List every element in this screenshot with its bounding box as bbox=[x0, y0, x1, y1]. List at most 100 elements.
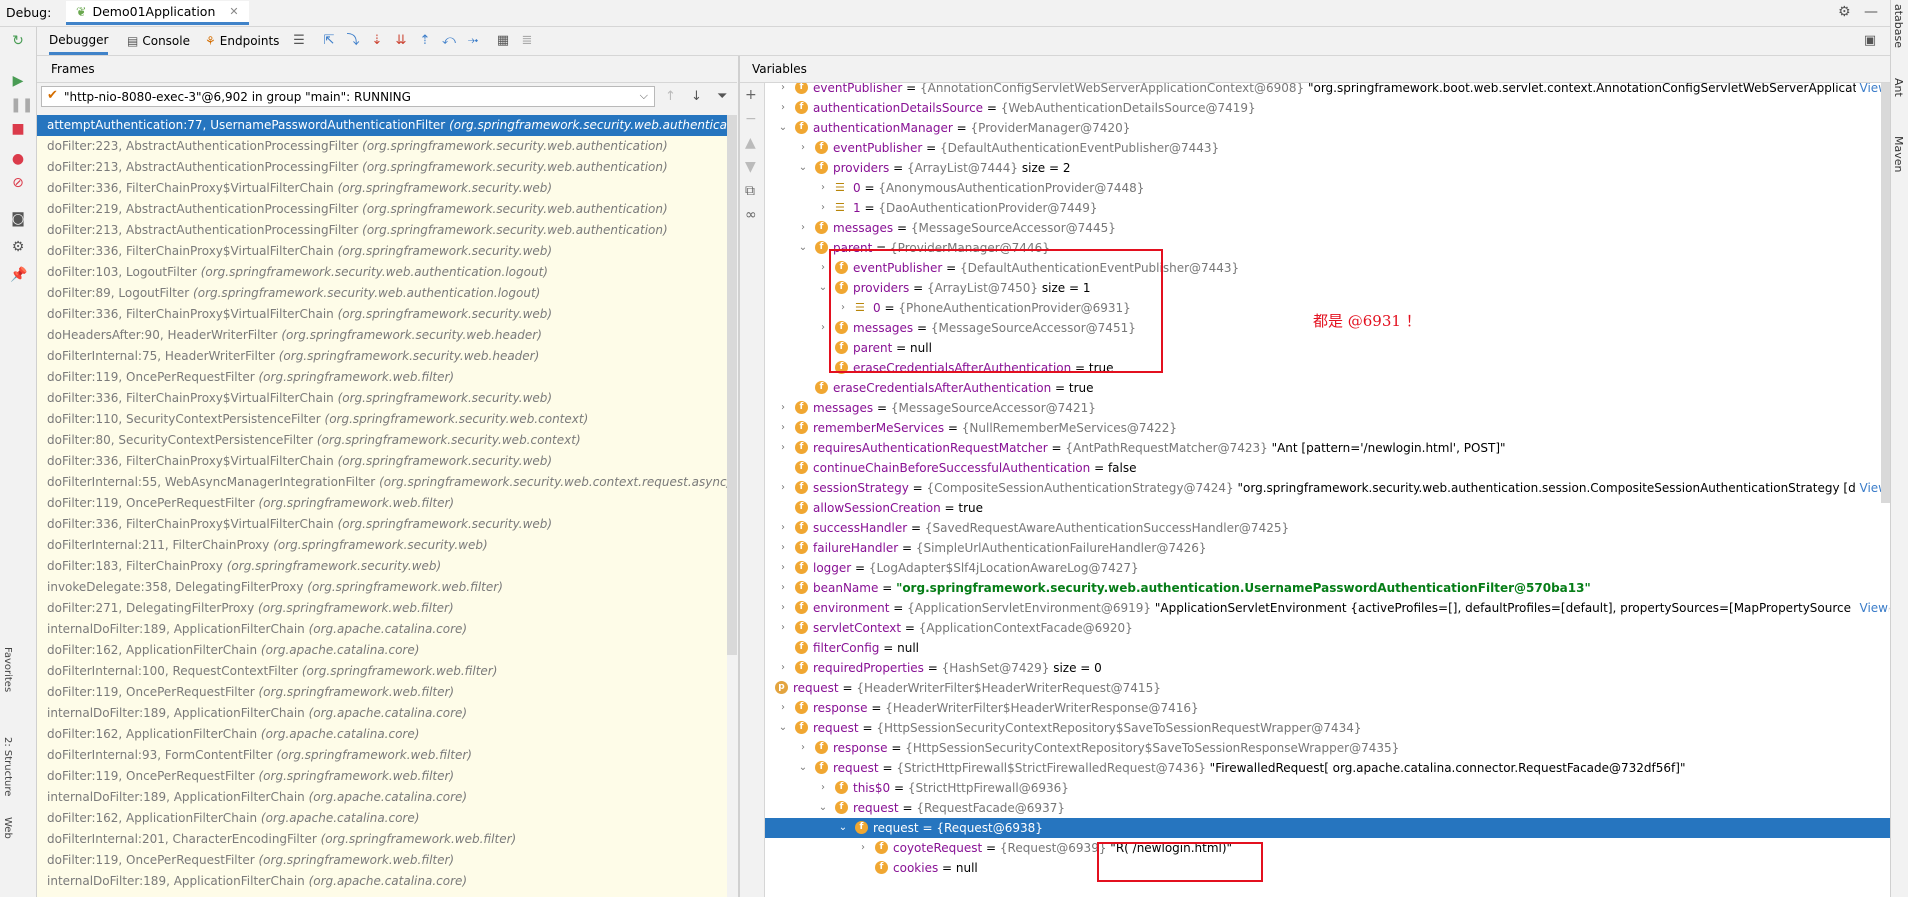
ant-tool-window[interactable]: Ant bbox=[1892, 78, 1905, 97]
collapse-arrow-icon[interactable]: ⌄ bbox=[837, 818, 849, 838]
run-to-cursor-icon[interactable]: ⤞ bbox=[465, 33, 481, 49]
frame-item[interactable]: doFilterInternal:55, WebAsyncManagerInte… bbox=[37, 472, 727, 493]
step-over-icon[interactable]: ⤵ bbox=[345, 33, 361, 49]
favorites-tool-window[interactable]: Favorites bbox=[2, 647, 13, 692]
collapse-arrow-icon[interactable]: ⌄ bbox=[817, 278, 829, 298]
expand-arrow-icon[interactable]: › bbox=[797, 218, 809, 238]
variable-row[interactable]: › f environment = {ApplicationServletEnvir… bbox=[765, 598, 1890, 618]
expand-arrow-icon[interactable]: › bbox=[777, 418, 789, 438]
variable-row[interactable]: ⌄ f request = {Request@6938} bbox=[765, 818, 1890, 838]
frame-item[interactable]: doFilter:162, ApplicationFilterChain (or… bbox=[37, 640, 727, 661]
add-watch-icon[interactable]: + bbox=[745, 87, 757, 103]
trace-icon[interactable]: ≣ bbox=[519, 33, 535, 49]
variable-row[interactable]: › f rememberMeServices = {NullRememberMeSe… bbox=[765, 418, 1890, 438]
expand-arrow-icon[interactable]: › bbox=[777, 83, 789, 98]
collapse-arrow-icon[interactable]: ⌄ bbox=[797, 238, 809, 258]
variable-row[interactable]: › f requiresAuthenticationRequestMatcher =… bbox=[765, 438, 1890, 458]
frame-item[interactable]: doFilter:119, OncePerRequestFilter (org.… bbox=[37, 682, 727, 703]
step-into-icon[interactable]: ⇣ bbox=[369, 33, 385, 49]
variable-row[interactable]: › f beanName = "org.springframework.securi… bbox=[765, 578, 1890, 598]
variable-row[interactable]: › ☰ 0 = {AnonymousAuthenticationProvider@7… bbox=[765, 178, 1890, 198]
frame-item[interactable]: doFilter:336, FilterChainProxy$VirtualFi… bbox=[37, 178, 727, 199]
frame-item[interactable]: doFilter:223, AbstractAuthenticationProc… bbox=[37, 136, 727, 157]
run-config-tab[interactable]: ❦ Demo01Application ✕ bbox=[66, 1, 249, 25]
variable-row[interactable]: ⌄ f providers = {ArrayList@7444} size = 2 bbox=[765, 158, 1890, 178]
frame-item[interactable]: internalDoFilter:189, ApplicationFilterC… bbox=[37, 619, 727, 640]
step-out-icon[interactable]: ⇡ bbox=[417, 33, 433, 49]
variable-row[interactable]: › f response = {HeaderWriterFilter$HeaderW… bbox=[765, 698, 1890, 718]
previous-frame-icon[interactable]: ↑ bbox=[665, 89, 676, 104]
frame-item[interactable]: doFilter:336, FilterChainProxy$VirtualFi… bbox=[37, 304, 727, 325]
expand-arrow-icon[interactable]: › bbox=[797, 138, 809, 158]
drop-frame-icon[interactable]: ⤺ bbox=[441, 33, 457, 49]
expand-arrow-icon[interactable]: › bbox=[777, 658, 789, 678]
variable-row[interactable]: › f requiredProperties = {HashSet@7429} si… bbox=[765, 658, 1890, 678]
frame-item[interactable]: attemptAuthentication:77, UsernamePasswo… bbox=[37, 115, 727, 136]
variable-row[interactable]: › f messages = {MessageSourceAccessor@7421… bbox=[765, 398, 1890, 418]
variable-row[interactable]: › f logger = {LogAdapter$Slf4jLocationAwar… bbox=[765, 558, 1890, 578]
settings-icon[interactable]: ⚙ bbox=[10, 239, 26, 255]
frames-scrollbar[interactable] bbox=[727, 115, 737, 655]
variable-row[interactable]: ⌄ f request = {HttpSessionSecurityContextR… bbox=[765, 718, 1890, 738]
evaluate-expression-icon[interactable]: ▦ bbox=[495, 33, 511, 49]
collapse-arrow-icon[interactable]: ⌄ bbox=[777, 718, 789, 738]
expand-arrow-icon[interactable]: › bbox=[817, 318, 829, 338]
frame-item[interactable]: doFilterInternal:100, RequestContextFilt… bbox=[37, 661, 727, 682]
tab-debugger[interactable]: Debugger bbox=[49, 27, 109, 55]
variable-row[interactable]: › f servletContext = {ApplicationContextFa… bbox=[765, 618, 1890, 638]
copy-icon[interactable]: ⧉ bbox=[745, 183, 755, 199]
show-execution-point-icon[interactable]: ⇱ bbox=[321, 33, 337, 49]
variable-row[interactable]: › f coyoteRequest = {Request@6939} "R( /ne… bbox=[765, 838, 1890, 858]
variable-row[interactable]: f eraseCredentialsAfterAuthentication = t… bbox=[765, 378, 1890, 398]
frame-item[interactable]: doFilter:336, FilterChainProxy$VirtualFi… bbox=[37, 388, 727, 409]
close-icon[interactable]: ✕ bbox=[229, 5, 238, 18]
next-frame-icon[interactable]: ↓ bbox=[691, 89, 702, 104]
expand-arrow-icon[interactable]: › bbox=[777, 578, 789, 598]
pin-icon[interactable]: 📌 bbox=[10, 267, 27, 283]
expand-arrow-icon[interactable]: › bbox=[817, 198, 829, 218]
expand-arrow-icon[interactable]: › bbox=[777, 438, 789, 458]
expand-arrow-icon[interactable]: › bbox=[777, 598, 789, 618]
mute-breakpoints-icon[interactable]: ⊘ bbox=[10, 175, 26, 191]
structure-tool-window[interactable]: 2: Structure bbox=[2, 737, 13, 796]
pause-icon[interactable]: ❚❚ bbox=[10, 97, 33, 113]
variable-row[interactable]: f allowSessionCreation = true bbox=[765, 498, 1890, 518]
frame-item[interactable]: doFilter:119, OncePerRequestFilter (org.… bbox=[37, 493, 727, 514]
frame-item[interactable]: doFilter:213, AbstractAuthenticationProc… bbox=[37, 157, 727, 178]
collapse-arrow-icon[interactable]: ⌄ bbox=[797, 758, 809, 778]
expand-arrow-icon[interactable]: › bbox=[777, 698, 789, 718]
expand-arrow-icon[interactable]: › bbox=[817, 778, 829, 798]
frame-item[interactable]: doFilter:162, ApplicationFilterChain (or… bbox=[37, 808, 727, 829]
variable-row[interactable]: f filterConfig = null bbox=[765, 638, 1890, 658]
variable-row[interactable]: › f eventPublisher = {DefaultAuthenticatio… bbox=[765, 138, 1890, 158]
variable-row[interactable]: › f sessionStrategy = {CompositeSessionAut… bbox=[765, 478, 1890, 498]
collapse-arrow-icon[interactable]: ⌄ bbox=[817, 798, 829, 818]
variable-row[interactable]: › f eventPublisher = {AnnotationConfigServ… bbox=[765, 83, 1890, 98]
variable-row[interactable]: › f response = {HttpSessionSecurityContext… bbox=[765, 738, 1890, 758]
thread-selector[interactable]: ✔ "http-nio-8080-exec-3"@6,902 in group … bbox=[41, 86, 655, 107]
frame-item[interactable]: doHeadersAfter:90, HeaderWriterFilter (o… bbox=[37, 325, 727, 346]
expand-arrow-icon[interactable]: › bbox=[857, 838, 869, 858]
tab-console[interactable]: ▤ Console bbox=[127, 27, 190, 55]
variable-row[interactable]: f continueChainBeforeSuccessfulAuthentica… bbox=[765, 458, 1890, 478]
frame-item[interactable]: internalDoFilter:189, ApplicationFilterC… bbox=[37, 787, 727, 808]
frame-item[interactable]: invokeDelegate:358, DelegatingFilterProx… bbox=[37, 577, 727, 598]
view-link[interactable]: View bbox=[1855, 598, 1888, 618]
frame-item[interactable]: doFilter:110, SecurityContextPersistence… bbox=[37, 409, 727, 430]
frame-item[interactable]: doFilterInternal:211, FilterChainProxy (… bbox=[37, 535, 727, 556]
rerun-icon[interactable]: ↻ bbox=[10, 33, 26, 49]
glasses-icon[interactable]: ∞ bbox=[745, 207, 757, 223]
frame-item[interactable]: doFilterInternal:93, FormContentFilter (… bbox=[37, 745, 727, 766]
expand-arrow-icon[interactable]: › bbox=[777, 618, 789, 638]
remove-watch-icon[interactable]: − bbox=[745, 111, 757, 127]
web-tool-window[interactable]: Web bbox=[2, 817, 13, 839]
variable-row[interactable]: ⌄prequest = {HeaderWriterFilter$HeaderWr… bbox=[765, 678, 1890, 698]
frame-item[interactable]: doFilter:119, OncePerRequestFilter (org.… bbox=[37, 766, 727, 787]
gear-icon[interactable]: ⚙ bbox=[1838, 4, 1851, 20]
expand-arrow-icon[interactable]: › bbox=[777, 558, 789, 578]
layout-icon[interactable]: ▣ bbox=[1862, 33, 1878, 49]
frame-item[interactable]: doFilter:103, LogoutFilter (org.springfr… bbox=[37, 262, 727, 283]
menu-icon[interactable]: ☰ bbox=[291, 33, 307, 49]
frame-item[interactable]: doFilter:336, FilterChainProxy$VirtualFi… bbox=[37, 241, 727, 262]
expand-arrow-icon[interactable]: › bbox=[777, 538, 789, 558]
